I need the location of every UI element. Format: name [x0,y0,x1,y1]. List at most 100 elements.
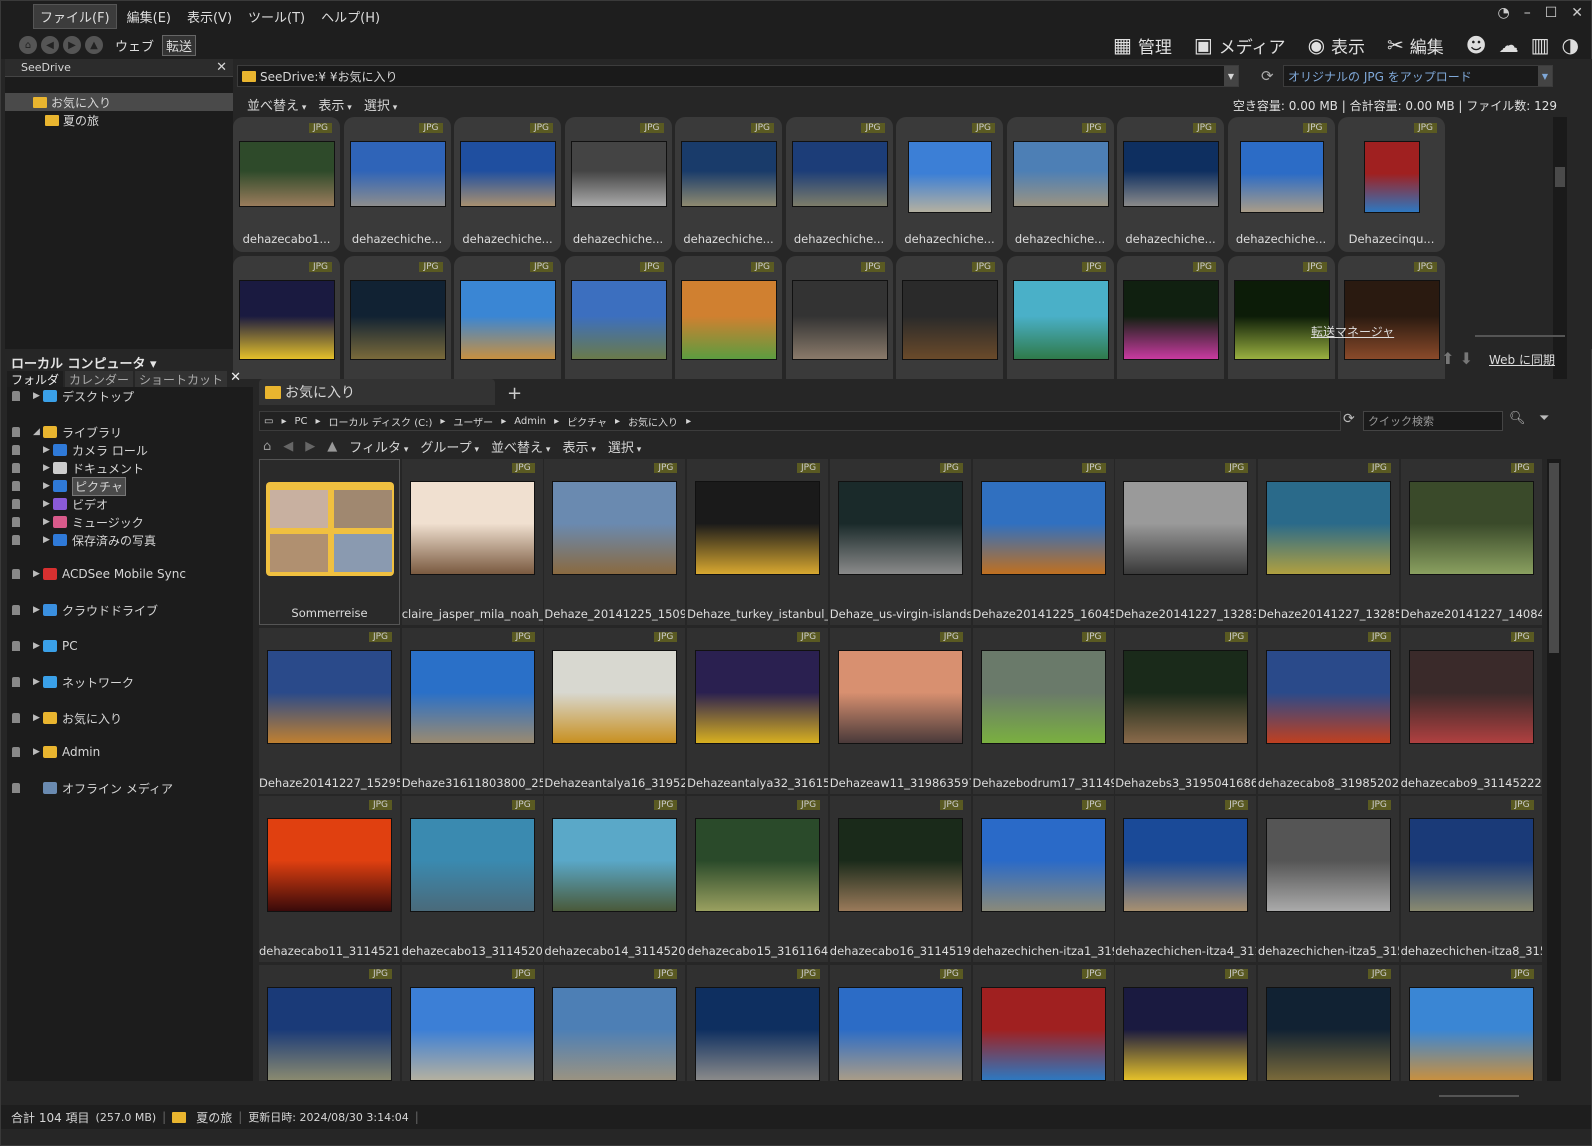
tab-shortcuts[interactable]: ショートカット [135,371,228,387]
file-item[interactable]: JPG [1257,964,1399,1081]
sort-menu[interactable]: 並べ替え [247,95,306,114]
pin-icon[interactable] [12,427,20,437]
file-item[interactable]: JPG Dehaze20141227_132838-... [1115,459,1257,625]
up-down-arrows-icon[interactable]: ⬆ ⬇ [1441,349,1473,368]
local-computer-header[interactable]: ローカル コンピュータ ▾ [11,353,157,372]
menu-help[interactable]: ヘルプ(H) [315,5,386,28]
file-item[interactable]: JPG Dehaze_20141225_150909... [544,459,686,625]
forward-icon[interactable]: ▶ [305,439,315,454]
forward-icon[interactable]: ▶ [63,36,81,54]
select-menu[interactable]: 選択 [608,437,641,456]
seedrive-tab[interactable]: SeeDrive ✕ [5,59,233,77]
folder-tree-item[interactable]: ▶ お気に入り [7,709,122,727]
file-item[interactable]: JPG Dehaze31611803800_2517... [401,627,543,794]
thumbnail-card[interactable]: JPG dehazechiche... [675,117,782,252]
seedrive-tree-favorites[interactable]: お気に入り [5,93,233,111]
file-item[interactable]: JPG [401,964,543,1081]
mode-media[interactable]: ▣ メディア [1194,33,1286,58]
file-zoom-slider[interactable] [1439,1089,1519,1097]
search-icon[interactable]: 🔍︎ [1509,411,1526,426]
folder-tree-item[interactable]: ▶ クラウドドライブ [7,601,158,619]
sort-menu[interactable]: 並べ替え [491,437,550,456]
pin-icon[interactable] [12,481,20,491]
file-item[interactable]: JPG Dehaze20141227_132859_... [1257,459,1399,625]
file-item[interactable]: JPG [259,964,400,1081]
thumbnail-card[interactable]: JPG [1338,256,1445,379]
file-item[interactable]: JPG [687,964,829,1081]
dashboard-icon[interactable]: ▥ [1531,33,1550,57]
refresh-icon[interactable]: ⟳ [1343,411,1355,427]
folder-tree-item[interactable]: ▶ 保存済みの写真 [7,531,156,549]
back-icon[interactable]: ◀ [283,439,293,454]
expand-arrow-icon[interactable]: ◢ [33,427,43,437]
seedrive-scrollbar[interactable] [1553,117,1567,379]
pin-icon[interactable] [12,713,20,723]
thumbnail-card[interactable]: JPG [1006,256,1114,379]
thumbnail-card[interactable]: JPG dehazecabo1... [233,117,340,252]
tab-folders[interactable]: フォルダ [7,371,64,387]
pin-icon[interactable] [12,499,20,509]
group-menu[interactable]: グループ [420,437,479,456]
search-input[interactable]: クイック検索 [1363,411,1503,431]
file-item[interactable]: JPG dehazecabo13_311452071... [401,796,543,962]
expand-arrow-icon[interactable]: ▶ [33,747,43,757]
user-icon[interactable]: ◔ [1497,5,1509,21]
expand-arrow-icon[interactable]: ▶ [43,517,53,527]
expand-arrow-icon[interactable]: ▶ [33,391,43,401]
transfer-manager-link[interactable]: 転送マネージャ [1311,323,1394,340]
file-item[interactable]: JPG dehazecabo9_3114522256... [1400,627,1542,794]
thumbnail-card[interactable]: JPG [896,256,1003,379]
people-icon[interactable]: ☻ [1466,33,1487,57]
folder-tree-item[interactable]: ▶ ビデオ [7,495,108,513]
folder-tree-item[interactable]: ▶ カメラ ロール [7,441,148,459]
thumbnail-card[interactable]: JPG [343,256,451,379]
pin-icon[interactable] [12,463,20,473]
close-icon[interactable]: ✕ [1571,5,1583,21]
file-item[interactable]: JPG [544,964,686,1081]
mode-view[interactable]: ◉ 表示 [1308,33,1365,58]
expand-arrow-icon[interactable]: ▶ [33,677,43,687]
pin-icon[interactable] [12,517,20,527]
thumbnail-card[interactable]: JPG [675,256,782,379]
file-item[interactable]: JPG dehazechichen-itza4_311... [1115,796,1257,962]
thumbnail-card[interactable]: JPG dehazechiche... [454,117,561,252]
file-item[interactable]: JPG [972,964,1114,1081]
select-menu[interactable]: 選択 [364,95,397,114]
pin-icon[interactable] [12,391,20,401]
tab-calendar[interactable]: カレンダー [65,371,134,387]
pin-icon[interactable] [12,677,20,687]
pin-icon[interactable] [12,569,20,579]
file-item[interactable]: JPG dehazecabo16_311451977... [829,796,971,962]
expand-arrow-icon[interactable]: ▶ [43,499,53,509]
file-item[interactable]: JPG dehazecabo8_3198520231... [1257,627,1399,794]
thumbnail-card[interactable]: JPG [233,256,340,379]
home-icon[interactable]: ⌂ [19,36,37,54]
up-icon[interactable]: ▲ [327,439,337,454]
close-icon[interactable]: ✕ [216,59,227,77]
expand-arrow-icon[interactable]: ▶ [43,463,53,473]
folder-tree-item[interactable]: ▶ デスクトップ [7,387,134,405]
folder-tree-item[interactable]: オフライン メディア [7,779,173,797]
mode-edit[interactable]: ✂ 編集 [1387,33,1444,58]
thumbnail-card[interactable]: JPG dehazechiche... [896,117,1003,252]
mode-manage[interactable]: ▦ 管理 [1113,33,1172,58]
expand-arrow-icon[interactable]: ▶ [33,713,43,723]
expand-arrow-icon[interactable]: ▶ [33,605,43,615]
breadcrumb-item[interactable]: ユーザー [453,414,493,429]
thumbnail-card[interactable]: JPG [785,256,893,379]
thumbnail-card[interactable]: JPG dehazechiche... [564,117,672,252]
file-item[interactable]: Sommerreise [259,459,400,625]
pin-icon[interactable] [12,445,20,455]
file-item[interactable]: JPG Dehazebodrum17_311496... [972,627,1114,794]
file-item[interactable]: JPG dehazechichen-itza5_315... [1257,796,1399,962]
breadcrumb-item[interactable]: Admin [514,416,546,427]
thumbnail-zoom-slider[interactable] [1475,327,1565,337]
file-item[interactable]: JPG Dehaze20141225_160457_... [972,459,1114,625]
file-scrollbar[interactable] [1547,459,1561,1081]
expand-arrow-icon[interactable]: ▶ [43,481,53,491]
file-item[interactable]: JPG Dehaze_turkey_istanbul_t... [687,459,829,625]
menu-view[interactable]: 表示(V) [181,5,238,28]
file-item[interactable]: JPG Dehazeantalya32_316152... [687,627,829,794]
menu-tools[interactable]: ツール(T) [242,5,311,28]
thumbnail-card[interactable]: JPG [454,256,561,379]
